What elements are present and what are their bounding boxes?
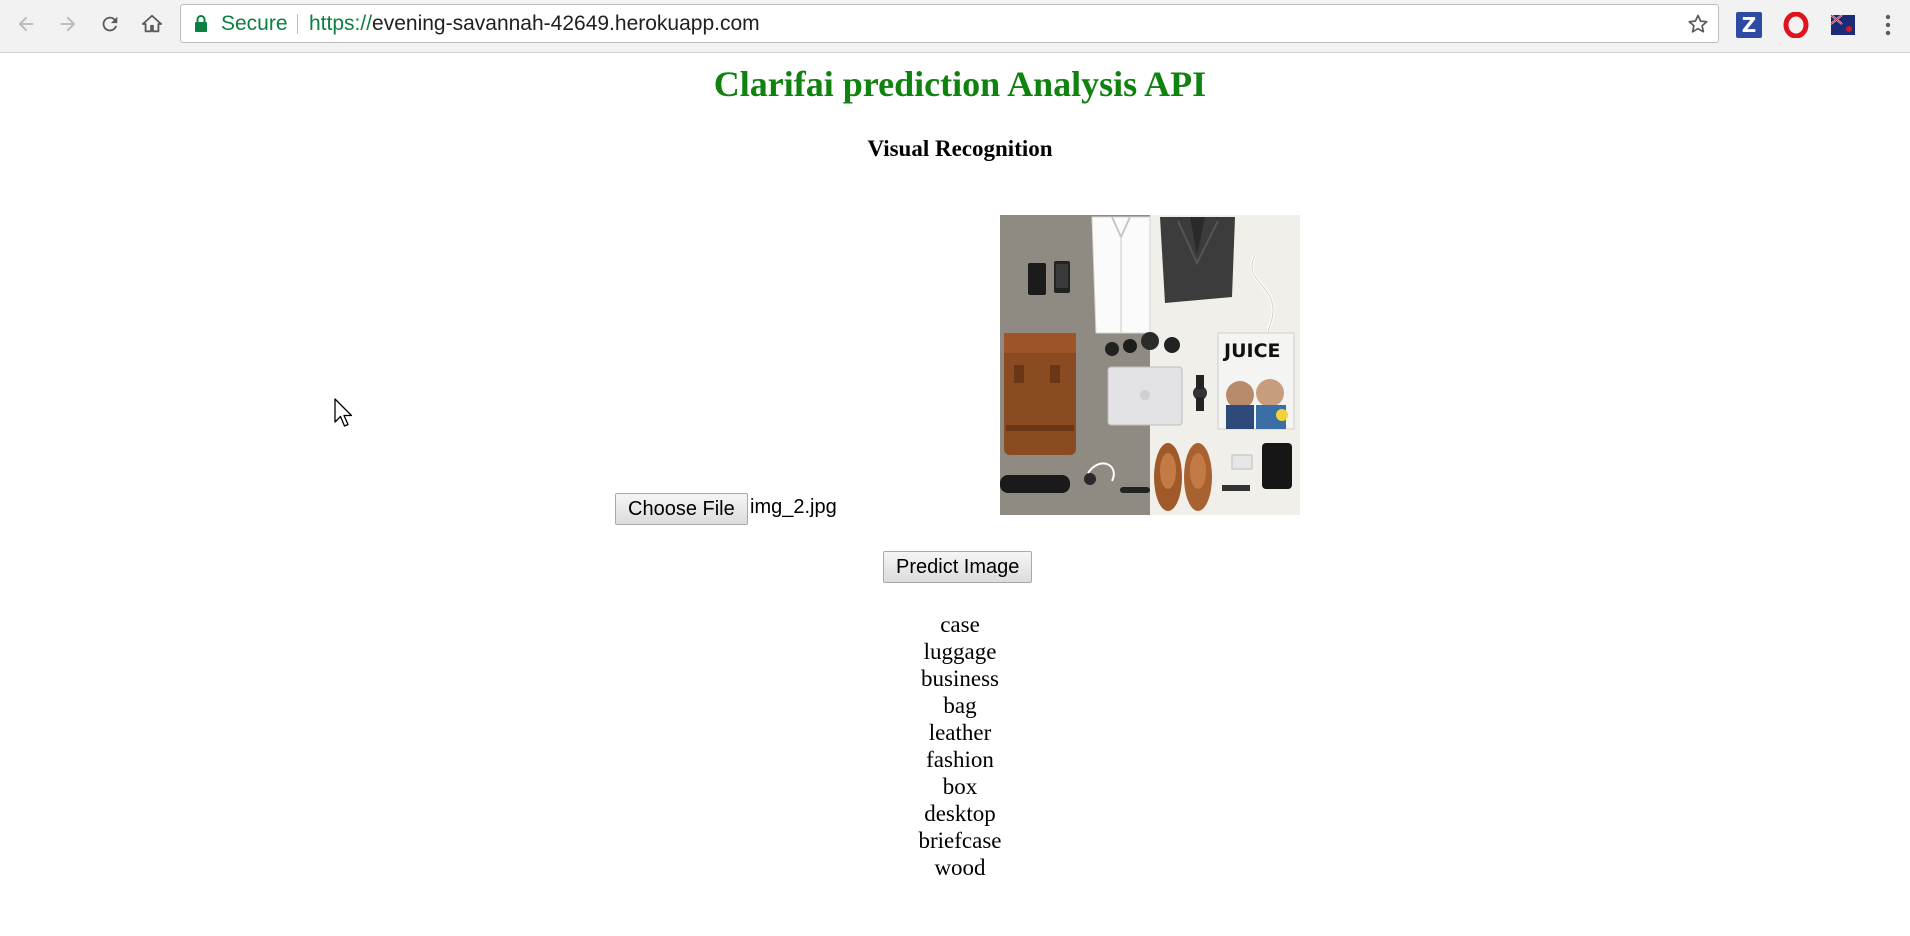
back-arrow-icon xyxy=(18,16,34,32)
page-subtitle: Visual Recognition xyxy=(867,136,1053,161)
prediction-result: fashion xyxy=(926,747,994,772)
bookmark-star-icon[interactable] xyxy=(1686,12,1710,36)
address-separator xyxy=(297,14,298,34)
home-icon xyxy=(141,14,163,33)
svg-text:JUICE: JUICE xyxy=(1222,340,1281,362)
url-text: https://evening-savannah-42649.herokuapp… xyxy=(309,12,760,36)
prediction-result: desktop xyxy=(924,801,996,826)
browser-menu-icon[interactable] xyxy=(1884,12,1892,38)
prediction-result: box xyxy=(942,774,978,799)
predict-image-button[interactable]: Predict Image xyxy=(883,551,1033,583)
reload-icon xyxy=(102,16,118,32)
prediction-results-list: case luggage business bag leather fashio… xyxy=(0,611,1910,881)
page-title: Clarifai prediction Analysis API xyxy=(713,64,1207,104)
page-content: Clarifai prediction Analysis API Visual … xyxy=(0,53,1910,936)
url-scheme: https:// xyxy=(309,12,373,35)
prediction-result: business xyxy=(921,666,999,691)
mouse-cursor-icon xyxy=(334,398,353,427)
opera-o-icon xyxy=(1783,12,1809,38)
forward-button[interactable] xyxy=(52,8,84,40)
url-host: evening-savannah-42649.herokuapp.com xyxy=(372,12,760,35)
zotero-extension-icon[interactable]: Z xyxy=(1736,12,1762,38)
home-button[interactable] xyxy=(136,8,168,40)
prediction-result: briefcase xyxy=(918,828,1002,853)
forward-arrow-icon xyxy=(60,16,76,32)
lock-icon xyxy=(195,15,207,32)
uploaded-image-preview: JUICE xyxy=(1000,215,1300,515)
flag-icon xyxy=(1830,14,1855,35)
browser-toolbar: Secure https://evening-savannah-42649.he… xyxy=(0,0,1910,53)
prediction-result: luggage xyxy=(923,639,997,664)
prediction-result: bag xyxy=(943,693,977,718)
choose-file-button[interactable]: Choose File xyxy=(615,493,748,525)
prediction-result: leather xyxy=(928,720,992,745)
opera-extension-icon[interactable] xyxy=(1783,12,1809,38)
flag-extension-icon[interactable] xyxy=(1830,12,1856,38)
address-bar[interactable]: Secure https://evening-savannah-42649.he… xyxy=(180,4,1719,43)
prediction-result: wood xyxy=(934,855,986,880)
secure-label: Secure xyxy=(221,12,288,35)
reload-button[interactable] xyxy=(94,8,126,40)
selected-file-name: img_2.jpg xyxy=(750,496,837,518)
prediction-result: case xyxy=(940,612,980,637)
back-button[interactable] xyxy=(10,8,42,40)
